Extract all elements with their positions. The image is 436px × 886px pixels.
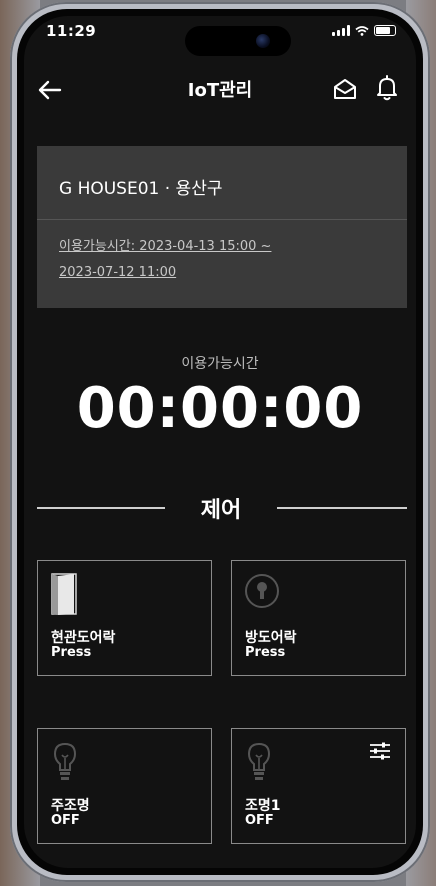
control-tile-light-1[interactable]: 조명1 OFF (231, 728, 406, 844)
status-icons (332, 25, 396, 36)
control-label: 주조명 (51, 798, 90, 814)
app-screen: 11:29 IoT관리 G HOUSE01 · 용산구 이용가능시간: 2023… (24, 16, 416, 868)
control-label: 현관도어락 (51, 630, 116, 646)
property-info-card: G HOUSE01 · 용산구 이용가능시간: 2023-04-13 15:00… (37, 146, 407, 308)
control-tile-room-door-lock[interactable]: 방도어락 Press (231, 560, 406, 676)
control-tile-front-door-lock[interactable]: 현관도어락 Press (37, 560, 212, 676)
bulb-icon (53, 742, 77, 780)
control-state: Press (51, 645, 92, 660)
keyhole-icon (245, 574, 279, 608)
control-state: OFF (245, 813, 274, 828)
card-divider (37, 219, 407, 220)
control-label: 조명1 (245, 798, 281, 814)
control-tile-main-light[interactable]: 주조명 OFF (37, 728, 212, 844)
top-app-bar: IoT관리 (24, 68, 416, 108)
section-divider-left (37, 507, 165, 509)
control-state: OFF (51, 813, 80, 828)
timer-label: 이용가능시간 (181, 356, 259, 372)
property-name: G HOUSE01 · 용산구 (59, 179, 223, 199)
status-time: 11:29 (46, 22, 97, 40)
camera-lens (256, 34, 270, 48)
usage-period: 이용가능시간: 2023-04-13 15:00 ~ 2023-07-12 11… (59, 234, 359, 286)
control-label: 방도어락 (245, 630, 297, 646)
battery-icon (374, 25, 396, 36)
sliders-icon[interactable] (369, 741, 391, 761)
control-state: Press (245, 645, 286, 660)
usage-period-end: 2023-07-12 11:00 (59, 265, 177, 280)
countdown-timer: 00:00:00 (76, 376, 364, 441)
mail-open-icon[interactable] (332, 76, 358, 102)
wifi-icon (355, 25, 369, 36)
control-section-title: 제어 (200, 498, 242, 523)
bulb-icon (247, 742, 271, 780)
usage-period-start: 이용가능시간: 2023-04-13 15:00 ~ (59, 239, 272, 254)
door-icon (51, 573, 77, 615)
bell-icon[interactable] (374, 74, 400, 102)
dynamic-island (185, 26, 291, 56)
signal-icon (332, 25, 350, 36)
section-divider-right (277, 507, 407, 509)
